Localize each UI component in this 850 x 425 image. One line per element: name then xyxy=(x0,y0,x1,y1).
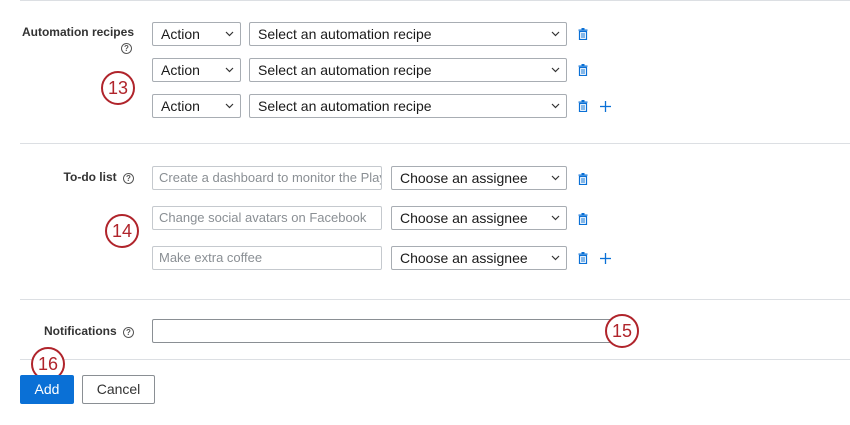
help-icon[interactable]: ? xyxy=(121,43,132,54)
help-icon[interactable]: ? xyxy=(123,327,134,338)
section-divider xyxy=(20,299,850,300)
trash-icon[interactable] xyxy=(578,100,588,112)
recipe-select-value: Select an automation recipe xyxy=(258,98,432,114)
automation-recipes-label: Automation recipes ? xyxy=(20,25,134,54)
chevron-down-icon xyxy=(551,103,560,109)
trash-icon[interactable] xyxy=(578,252,588,264)
section-divider xyxy=(20,143,850,144)
add-recipe-plus-icon[interactable] xyxy=(600,101,611,112)
todo-list-label-text: To-do list xyxy=(63,170,117,184)
todo-task-input[interactable]: Change social avatars on Facebook xyxy=(152,206,382,230)
notifications-label: Notifications ? xyxy=(20,324,134,338)
chevron-down-icon xyxy=(225,31,234,37)
assignee-select[interactable]: Choose an assignee xyxy=(391,166,567,190)
action-select[interactable]: Action xyxy=(152,22,241,46)
callout-15: 15 xyxy=(605,314,639,348)
chevron-down-icon xyxy=(551,215,560,221)
recipe-select[interactable]: Select an automation recipe xyxy=(249,58,567,82)
chevron-down-icon xyxy=(551,31,560,37)
chevron-down-icon xyxy=(551,175,560,181)
callout-13: 13 xyxy=(101,71,135,105)
todo-task-input[interactable]: Make extra coffee xyxy=(152,246,382,270)
trash-icon[interactable] xyxy=(578,213,588,225)
action-select[interactable]: Action xyxy=(152,94,241,118)
recipe-select-value: Select an automation recipe xyxy=(258,26,432,42)
recipe-select[interactable]: Select an automation recipe xyxy=(249,94,567,118)
assignee-select-value: Choose an assignee xyxy=(400,250,528,266)
todo-list-label: To-do list ? xyxy=(20,170,134,184)
notifications-label-text: Notifications xyxy=(43,324,117,338)
notifications-input[interactable] xyxy=(152,319,622,343)
cancel-button[interactable]: Cancel xyxy=(82,375,155,404)
recipe-select[interactable]: Select an automation recipe xyxy=(249,22,567,46)
recipe-select-value: Select an automation recipe xyxy=(258,62,432,78)
action-select-value: Action xyxy=(161,62,200,78)
callout-14: 14 xyxy=(105,214,139,248)
action-select-value: Action xyxy=(161,98,200,114)
automation-recipes-label-text: Automation recipes xyxy=(21,25,134,39)
chevron-down-icon xyxy=(551,67,560,73)
assignee-select[interactable]: Choose an assignee xyxy=(391,206,567,230)
chevron-down-icon xyxy=(551,255,560,261)
footer-divider xyxy=(20,359,850,360)
chevron-down-icon xyxy=(225,67,234,73)
add-button[interactable]: Add xyxy=(20,375,74,404)
chevron-down-icon xyxy=(225,103,234,109)
action-select[interactable]: Action xyxy=(152,58,241,82)
todo-task-input[interactable]: Create a dashboard to monitor the Playb xyxy=(152,166,382,190)
assignee-select-value: Choose an assignee xyxy=(400,170,528,186)
add-todo-plus-icon[interactable] xyxy=(600,253,611,264)
assignee-select-value: Choose an assignee xyxy=(400,210,528,226)
trash-icon[interactable] xyxy=(578,28,588,40)
trash-icon[interactable] xyxy=(578,64,588,76)
top-divider xyxy=(20,0,850,1)
help-icon[interactable]: ? xyxy=(123,173,134,184)
action-select-value: Action xyxy=(161,26,200,42)
trash-icon[interactable] xyxy=(578,173,588,185)
assignee-select[interactable]: Choose an assignee xyxy=(391,246,567,270)
